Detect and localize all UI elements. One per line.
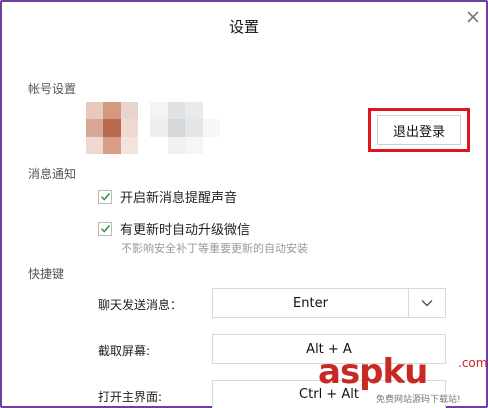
auto-update-hint: 不影响安全补丁等重要更新的自动安装 [121, 242, 308, 255]
shortcut-send-value: Enter [293, 295, 328, 311]
shortcut-send-dropdown[interactable] [408, 288, 446, 318]
auto-update-option[interactable]: 有更新时自动升级微信 [98, 219, 250, 238]
account-nickname-blurred [150, 102, 220, 154]
shortcuts-section-label: 快捷键 [28, 267, 65, 281]
new-message-sound-option[interactable]: 开启新消息提醒声音 [98, 187, 237, 206]
avatar [86, 102, 138, 154]
logout-button[interactable]: 退出登录 [377, 115, 461, 145]
account-section-label: 帐号设置 [28, 82, 77, 96]
notifications-section-label: 消息通知 [28, 167, 77, 181]
chevron-down-icon [421, 300, 433, 307]
close-icon[interactable] [466, 10, 480, 24]
watermark-brand: aspku [318, 352, 428, 392]
new-message-sound-label: 开启新消息提醒声音 [120, 191, 238, 206]
check-icon[interactable] [98, 221, 112, 236]
check-icon[interactable] [98, 189, 112, 204]
dialog-title: 设置 [228, 18, 259, 36]
shortcut-screenshot-label: 截取屏幕: [98, 344, 151, 358]
watermark-domain: .com [458, 356, 488, 370]
auto-update-label: 有更新时自动升级微信 [120, 223, 251, 238]
shortcut-send-field[interactable]: Enter [212, 288, 409, 318]
watermark-tagline: 免费网站源码下载站! [376, 392, 461, 405]
shortcut-open-main-label: 打开主界面: [98, 390, 163, 404]
site-watermark: aspku .com 免费网站源码下载站! [318, 352, 488, 408]
shortcut-send-label: 聊天发送消息： [98, 298, 183, 312]
